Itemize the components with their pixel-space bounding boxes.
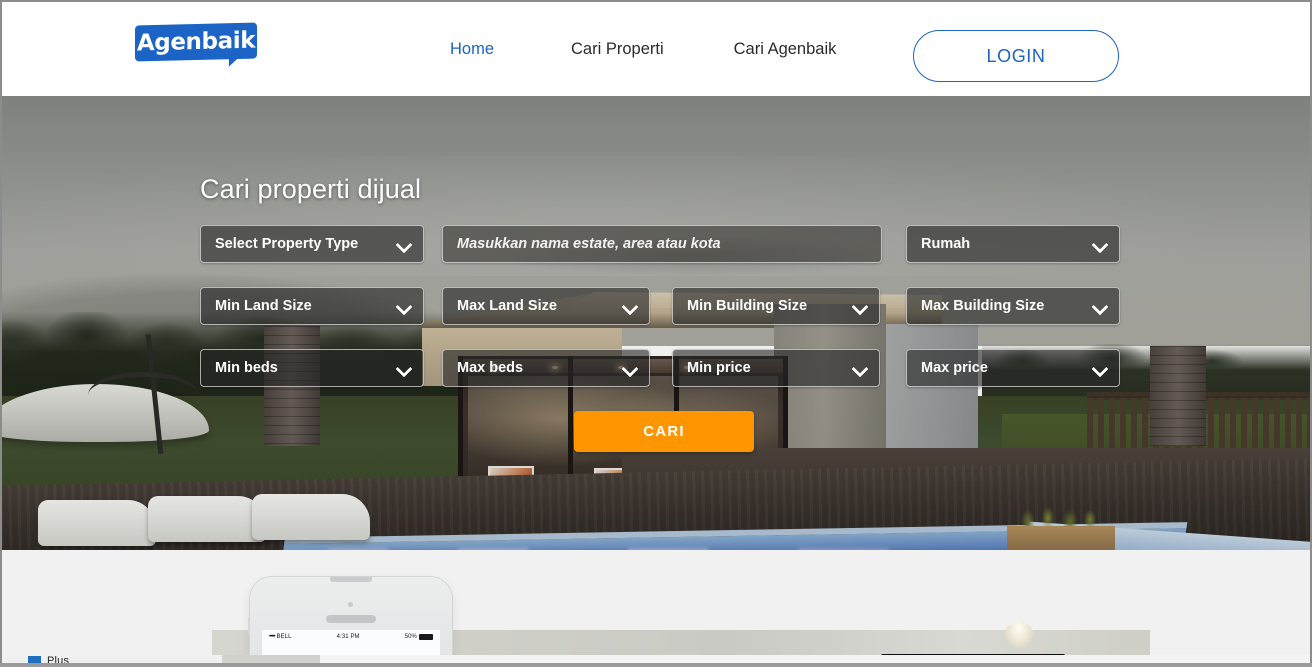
phone-clock: 4:31 PM <box>336 633 360 640</box>
phone-body: ••••• BELL 4:31 PM 50% <box>248 577 452 667</box>
listing-type-value: Rumah <box>921 236 971 252</box>
max-land-size-value: Max Land Size <box>457 298 557 314</box>
logo-text: Agenbaik <box>136 27 256 57</box>
chevron-down-icon <box>1093 237 1107 251</box>
login-button[interactable]: LOGIN <box>913 30 1119 82</box>
chevron-down-icon <box>853 361 867 375</box>
chevron-down-icon <box>1093 361 1107 375</box>
property-type-select[interactable]: Select Property Type <box>200 225 424 263</box>
max-beds-select[interactable]: Max beds <box>442 349 650 387</box>
promo-lamp <box>1004 622 1034 648</box>
taskbar-sliver: Plus <box>0 655 1312 663</box>
carrier-name: BELL <box>276 633 292 640</box>
min-beds-select[interactable]: Min beds <box>200 349 424 387</box>
taskbar-app-icon[interactable] <box>28 656 41 663</box>
battery-percent-label: 50% <box>404 633 417 640</box>
site-logo[interactable]: Agenbaik <box>135 22 257 68</box>
chevron-down-icon <box>853 299 867 313</box>
chevron-down-icon <box>623 361 637 375</box>
search-row-3: Min beds Max beds Min price Max price <box>200 349 1130 411</box>
promo-section <box>2 550 1310 663</box>
battery-icon <box>419 633 433 640</box>
signal-dots-icon: ••••• <box>269 633 275 640</box>
search-submit-row: CARI <box>200 411 1130 456</box>
window-frame-left <box>0 0 2 667</box>
keyword-search-input[interactable]: Masukkan nama estate, area atau kota <box>442 225 882 263</box>
window-frame-bottom <box>0 663 1312 667</box>
phone-status-bar: ••••• BELL 4:31 PM 50% <box>262 630 440 643</box>
hero-section: Cari properti dijual Select Property Typ… <box>2 96 1310 550</box>
nav-item-cari-agenbaik[interactable]: Cari Agenbaik <box>734 40 837 59</box>
phone-battery: 50% <box>404 633 433 640</box>
phone-carrier: ••••• BELL <box>269 634 292 640</box>
min-beds-value: Min beds <box>215 360 278 376</box>
main-navigation: Home Cari Properti Cari Agenbaik <box>432 2 836 96</box>
nav-item-home[interactable]: Home <box>450 40 494 59</box>
phone-front-camera <box>348 602 353 607</box>
window-frame-top <box>0 0 1312 2</box>
site-header: Agenbaik Home Cari Properti Cari Agenbai… <box>2 2 1310 96</box>
chevron-down-icon <box>397 361 411 375</box>
min-building-size-value: Min Building Size <box>687 298 808 314</box>
max-price-value: Max price <box>921 360 988 376</box>
max-building-size-value: Max Building Size <box>921 298 1045 314</box>
chevron-down-icon <box>623 299 637 313</box>
chevron-down-icon <box>1093 299 1107 313</box>
search-submit-button[interactable]: CARI <box>574 411 754 452</box>
hero-search-panel: Cari properti dijual Select Property Typ… <box>200 174 1130 456</box>
search-row-2: Min Land Size Max Land Size Min Building… <box>200 287 1130 349</box>
browser-viewport: Agenbaik Home Cari Properti Cari Agenbai… <box>0 0 1312 667</box>
min-land-size-value: Min Land Size <box>215 298 312 314</box>
min-price-select[interactable]: Min price <box>672 349 880 387</box>
keyword-placeholder: Masukkan nama estate, area atau kota <box>457 236 721 252</box>
phone-earpiece <box>326 615 376 623</box>
property-type-value: Select Property Type <box>215 236 359 252</box>
max-beds-value: Max beds <box>457 360 524 376</box>
search-row-1: Select Property Type Masukkan nama estat… <box>200 225 1130 287</box>
min-land-size-select[interactable]: Min Land Size <box>200 287 424 325</box>
hero-title: Cari properti dijual <box>200 174 422 204</box>
phone-volume-button <box>248 617 250 635</box>
chevron-down-icon <box>397 299 411 313</box>
listing-type-select[interactable]: Rumah <box>906 225 1120 263</box>
max-price-select[interactable]: Max price <box>906 349 1120 387</box>
max-building-size-select[interactable]: Max Building Size <box>906 287 1120 325</box>
max-land-size-select[interactable]: Max Land Size <box>442 287 650 325</box>
chevron-down-icon <box>397 237 411 251</box>
min-building-size-select[interactable]: Min Building Size <box>672 287 880 325</box>
phone-top-nub <box>330 577 372 582</box>
min-price-value: Min price <box>687 360 751 376</box>
phone-mockup: ••••• BELL 4:31 PM 50% <box>248 570 452 667</box>
nav-item-cari-properti[interactable]: Cari Properti <box>571 40 664 59</box>
